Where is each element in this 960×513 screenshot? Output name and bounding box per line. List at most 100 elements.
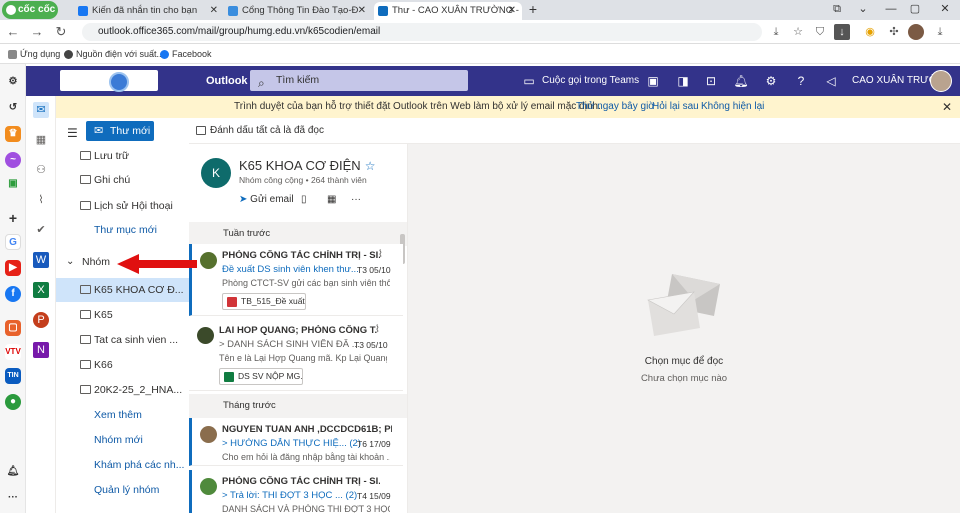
back-icon[interactable]: ← (4, 23, 22, 41)
translate-icon[interactable]: ⧉ (826, 0, 848, 18)
app-icon[interactable]: ▢ (5, 320, 21, 336)
favorite-star-icon[interactable]: ☆ (365, 159, 376, 173)
search-placeholder: Tìm kiếm (276, 74, 320, 86)
coccoc-logo[interactable]: cốc cốc (2, 1, 58, 19)
more-icon[interactable]: ··· (5, 490, 21, 506)
shield-icon[interactable]: ⛉ (812, 24, 828, 40)
calendar-icon[interactable]: ▦ (327, 194, 336, 205)
bookmark-power[interactable]: Nguồn điện với suất... (64, 44, 164, 64)
folder-notes[interactable]: Ghi chú (56, 168, 189, 192)
url-input[interactable]: outlook.office365.com/mail/group/humg.ed… (82, 23, 762, 41)
help-icon[interactable]: ? (792, 72, 810, 90)
tab-outlook[interactable]: Thư - CAO XUÂN TRƯỜNG - ✕ (374, 2, 522, 20)
excel-icon[interactable]: X (33, 282, 49, 298)
message-item[interactable]: NGUYEN TUAN ANH ,DCCDCD61B; PH... > HƯỚN… (189, 418, 403, 466)
save-icon[interactable]: ↓ (834, 24, 850, 40)
messenger-icon[interactable]: ~ (5, 152, 21, 168)
user-avatar[interactable] (930, 70, 952, 92)
puzzle-icon[interactable]: ✣ (886, 24, 902, 40)
search-input[interactable]: ⌕ Tìm kiếm (250, 70, 468, 91)
close-tab-icon[interactable]: ✕ (210, 2, 218, 20)
download-page-icon[interactable]: ⤓ (768, 24, 784, 40)
forward-icon[interactable]: → (28, 23, 46, 41)
files-icon[interactable]: ▯ (301, 194, 307, 205)
send-email-button[interactable]: ➤ Gửi email (239, 194, 294, 205)
new-group-link[interactable]: Nhóm mới (56, 428, 189, 452)
red-arrow-annotation (117, 254, 197, 274)
attachment-chip[interactable]: TB_515_Đề xuất... (222, 293, 306, 310)
news-icon[interactable]: TIN (5, 368, 21, 384)
notification-icon[interactable]: 🔔︎ (5, 464, 21, 480)
attachment-chip[interactable]: DS SV NỘP MG... (219, 368, 303, 385)
calendar-icon[interactable]: ▦ (33, 132, 49, 148)
powerpoint-icon[interactable]: P (33, 312, 49, 328)
folder-archive[interactable]: Lưu trữ (56, 144, 189, 168)
group-k66[interactable]: K66 (56, 353, 189, 377)
folder-label: Ghi chú (94, 174, 131, 186)
org-logo[interactable] (60, 70, 158, 92)
close-icon[interactable]: ✕ (942, 96, 952, 118)
more-options-button[interactable]: ··· (351, 194, 361, 205)
google-icon[interactable]: G (5, 234, 21, 250)
people-icon[interactable]: ⚇ (33, 162, 49, 178)
message-item[interactable]: PHÒNG CÔNG TÁC CHÍNH TRỊ - SI... > Trả l… (189, 470, 403, 513)
group-label: K66 (94, 359, 113, 371)
see-more-link[interactable]: Xem thêm (56, 403, 189, 427)
add-icon[interactable]: + (5, 210, 21, 226)
onenote-icon[interactable]: N (33, 342, 49, 358)
mail-icon[interactable]: ✉ (33, 102, 49, 118)
todo-icon[interactable]: ✔ (33, 222, 49, 238)
group-20k2[interactable]: 20K2-25_2_HNA... (56, 378, 189, 402)
minimize-icon[interactable]: — (880, 0, 902, 18)
reload-icon[interactable]: ↻ (52, 23, 70, 41)
gear-icon[interactable]: ⚙ (5, 74, 21, 90)
settings-icon[interactable]: ⚙ (762, 72, 780, 90)
bookmark-facebook[interactable]: Facebook (160, 44, 212, 64)
dont-show-link[interactable]: Không hiện lại (701, 96, 764, 118)
app-name[interactable]: Outlook (206, 66, 248, 96)
crown-icon[interactable]: ♛ (5, 126, 21, 142)
bookmark-apps[interactable]: Ứng dụng (8, 44, 60, 64)
facebook-icon[interactable]: f (5, 286, 21, 302)
star-icon[interactable]: ☆ (790, 24, 806, 40)
new-folder-link[interactable]: Thư mục mới (56, 218, 189, 242)
bell-icon[interactable]: 🔔︎ (732, 72, 750, 90)
group-tat-ca-sinh-vien[interactable]: Tat ca sinh vien ... (56, 328, 189, 352)
group-label: K65 KHOA CƠ Đ... (94, 284, 184, 296)
history-icon[interactable]: ↺ (5, 100, 21, 116)
ask-later-link[interactable]: Hỏi lại sau (652, 96, 699, 118)
attachment-icon[interactable]: ⌇ (33, 192, 49, 208)
group-k65[interactable]: K65 (56, 303, 189, 327)
announce-icon[interactable]: ◁ (822, 72, 840, 90)
new-mail-button[interactable]: Thư mới (86, 121, 154, 141)
close-tab-icon[interactable]: ✕ (508, 2, 516, 20)
try-now-link[interactable]: Thử ngay bây giờ (576, 96, 655, 118)
new-tab-button[interactable]: + (522, 0, 544, 18)
message-item[interactable]: PHÒNG CÔNG TÁC CHÍNH TRỊ - SI... ⌇ Đề xu… (189, 244, 403, 316)
football-icon[interactable]: ● (5, 394, 21, 410)
discover-groups-link[interactable]: Khám phá các nh... (56, 453, 189, 477)
profile-avatar[interactable] (908, 24, 924, 40)
office-icon[interactable]: ◨ (674, 72, 692, 90)
mark-all-read-button[interactable]: Đánh dấu tất cả là đã đọc (196, 118, 324, 144)
youtube-icon[interactable]: ▶ (5, 260, 21, 276)
vtv-icon[interactable]: VTV (5, 344, 21, 360)
game-icon[interactable]: ▣ (5, 176, 21, 192)
chat-icon[interactable]: ▣ (644, 72, 662, 90)
close-tab-icon[interactable]: ✕ (358, 2, 366, 20)
group-k65-khoa-co-dien[interactable]: K65 KHOA CƠ Đ... (56, 278, 189, 302)
tab-list-icon[interactable]: ⌄ (852, 0, 874, 18)
feedback-icon[interactable]: ⊡ (702, 72, 720, 90)
close-window-icon[interactable]: ✕ (934, 0, 956, 18)
folder-conversation-history[interactable]: Lịch sử Hội thoại (56, 194, 189, 218)
teams-call-button[interactable]: Cuộc gọi trong Teams (542, 66, 639, 96)
tab-daotao[interactable]: Cổng Thông Tin Đào Tạo-Đ ✕ (224, 2, 372, 20)
word-icon[interactable]: W (33, 252, 49, 268)
message-item[interactable]: LAI HOP QUANG; PHÒNG CÔNG T... ⌇ > DANH … (189, 319, 403, 391)
maximize-icon[interactable]: ▢ (904, 0, 926, 18)
tab-facebook[interactable]: Kiến đã nhắn tin cho bạn ✕ (74, 2, 224, 20)
manage-groups-link[interactable]: Quản lý nhóm (56, 478, 189, 502)
downloads-icon[interactable]: ⤓ (932, 24, 948, 40)
hamburger-icon[interactable]: ☰ (67, 126, 78, 140)
extension-icon[interactable]: ◉ (862, 24, 878, 40)
